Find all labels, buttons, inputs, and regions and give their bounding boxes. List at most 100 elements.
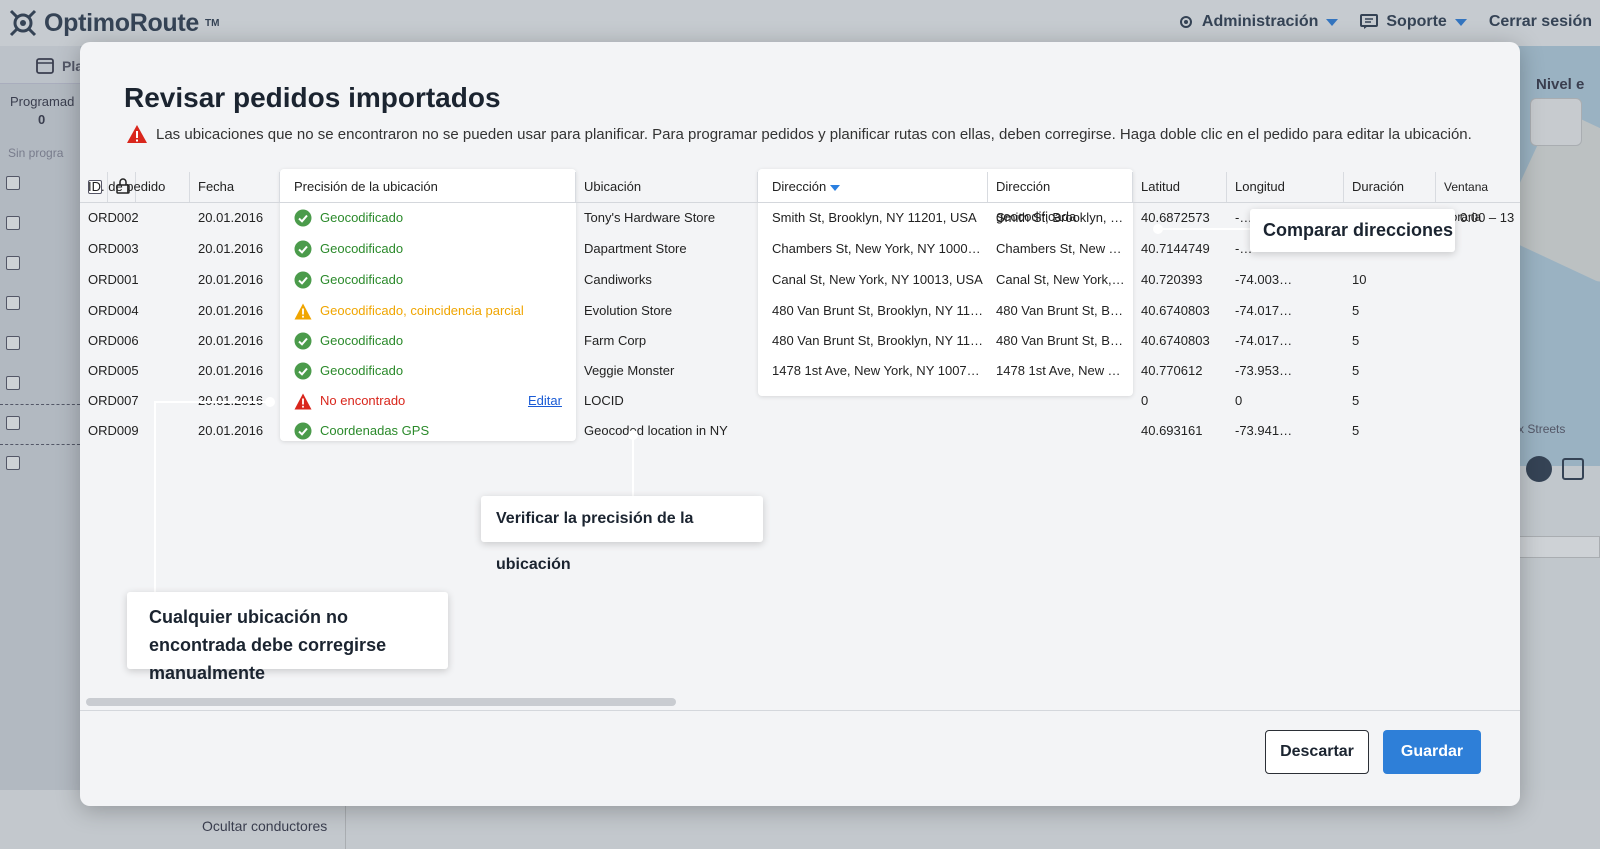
cell-precision: Geocodificado <box>294 265 534 295</box>
callout-connector <box>154 401 270 403</box>
col-precision-label: Precisión de la ubicación <box>294 179 438 194</box>
col-location[interactable]: Ubicación <box>576 172 758 202</box>
cell-duration: 5 <box>1352 363 1360 378</box>
callout-connector <box>1158 228 1254 230</box>
warning-message: Las ubicaciones que no se encontraron no… <box>126 124 1472 144</box>
cell-address: 480 Van Brunt St, Brooklyn, NY 11231, US… <box>772 303 984 318</box>
col-location-label: Ubicación <box>584 179 642 194</box>
col-date[interactable]: Fecha <box>190 172 280 202</box>
edit-location-link[interactable]: Editar <box>528 386 562 416</box>
cell-id: ORD009 <box>88 423 139 438</box>
col-geo-address[interactable]: Dirección geocodificada <box>988 172 1133 224</box>
precision-label: Geocodificado, coincidencia parcial <box>320 303 524 318</box>
cell-geo-address <box>996 386 1126 416</box>
check-circle-icon <box>294 422 312 440</box>
callout-dot <box>265 397 275 407</box>
save-button[interactable]: Guardar <box>1383 730 1481 774</box>
col-id-label: ID. de pedido <box>88 179 166 194</box>
cell-duration: 10 <box>1352 272 1367 287</box>
warning-icon <box>127 125 147 143</box>
col-precision[interactable]: Precisión de la ubicación <box>280 172 576 202</box>
col-date-label: Fecha <box>198 179 235 194</box>
cell-geo-address: 480 Van Brunt St, Brooklyn, NY 11231, US… <box>996 303 1126 318</box>
col-lng[interactable]: Longitud <box>1227 172 1344 202</box>
review-orders-modal: Revisar pedidos importados Las ubicacion… <box>80 42 1520 806</box>
cell-precision: Geocodificado <box>294 203 534 233</box>
cell-window <box>1460 234 1520 264</box>
cell-date: 20.01.2016 <box>198 303 264 318</box>
cell-id: ORD003 <box>88 241 139 256</box>
cell-id: ORD005 <box>88 363 139 378</box>
cell-address: 480 Van Brunt St, Brooklyn, NY 11231, US… <box>772 333 984 348</box>
cell-window <box>1460 386 1520 416</box>
cell-duration: 5 <box>1352 333 1360 348</box>
cell-lat: 40.720393 <box>1141 272 1203 287</box>
cell-precision: Geocodificado <box>294 356 534 386</box>
cell-duration: 5 <box>1352 423 1360 438</box>
precision-label: Geocodificado <box>320 272 404 287</box>
cell-geo-address: 480 Van Brunt St, Brooklyn, NY 11231, US… <box>996 333 1126 348</box>
cell-id: ORD004 <box>88 303 139 318</box>
cell-date: 20.01.2016 <box>198 241 264 256</box>
col-duration-label: Duración <box>1352 179 1405 194</box>
cell-precision: Geocodificado, coincidencia parcial <box>294 296 534 326</box>
cell-location: Geocoded location in NY <box>584 423 728 438</box>
col-address[interactable]: Dirección <box>758 172 988 202</box>
cell-location: Evolution Store <box>584 303 673 318</box>
cell-lng: -73.941915 <box>1235 423 1295 438</box>
cell-date: 20.01.2016 <box>198 423 264 438</box>
cell-lat: 0 <box>1141 393 1149 408</box>
precision-label: Geocodificado <box>320 210 404 225</box>
cell-geo-address <box>996 416 1126 446</box>
callout-compare: Comparar direcciones <box>1250 209 1455 252</box>
cell-address: 1478 1st Ave, New York, NY 10075, USA <box>772 363 984 378</box>
callout-connector <box>154 401 156 592</box>
callout-connector <box>632 435 634 497</box>
callout-dot <box>628 430 638 440</box>
cell-window: 0:00 – 13 <box>1460 210 1515 225</box>
cell-precision: Geocodificado <box>294 326 534 356</box>
horizontal-scrollbar[interactable] <box>86 698 676 706</box>
cell-location: Tony's Hardware Store <box>584 210 716 225</box>
col-window[interactable]: Ventana horaria <box>1436 172 1520 224</box>
check-circle-icon <box>294 240 312 258</box>
precision-label: Geocodificado <box>320 333 404 348</box>
cell-date: 20.01.2016 <box>198 363 264 378</box>
cell-geo-address: Chambers St, New York, NY 10007, USA <box>996 241 1126 256</box>
cell-id: ORD006 <box>88 333 139 348</box>
cell-window <box>1460 416 1520 446</box>
col-lng-label: Longitud <box>1235 179 1285 194</box>
col-duration[interactable]: Duración <box>1344 172 1436 202</box>
cell-location: Candiworks <box>584 272 652 287</box>
cell-location: Farm Corp <box>584 333 647 348</box>
cell-lng: -74.0171543 <box>1235 303 1295 318</box>
cell-lat: 40.693161 <box>1141 423 1203 438</box>
cell-date: 20.01.2016 <box>198 272 264 287</box>
cell-id: ORD002 <box>88 210 139 225</box>
cell-precision: No encontrado <box>294 386 534 416</box>
cell-lat: 40.7144749 <box>1141 241 1210 256</box>
cell-lat: 40.6740803 <box>1141 303 1210 318</box>
cell-geo-address: 1478 1st Ave, New York, NY 10075, USA <box>996 363 1126 378</box>
check-circle-icon <box>294 271 312 289</box>
cell-geo-address: Smith St, Brooklyn, NY 11201, USA <box>996 210 1126 225</box>
cell-lat: 40.770612 <box>1141 363 1203 378</box>
warning-icon <box>294 303 312 319</box>
callout-manual: Cualquier ubicación no encontrada debe c… <box>127 592 448 683</box>
check-circle-icon <box>294 332 312 350</box>
precision-label: Geocodificado <box>320 241 404 256</box>
callout-dot <box>1153 224 1163 234</box>
precision-label: No encontrado <box>320 393 406 408</box>
modal-title: Revisar pedidos importados <box>124 82 501 113</box>
cell-lng: -74.0032666 <box>1235 272 1295 287</box>
col-id[interactable]: ID. de pedido <box>80 172 190 202</box>
cell-location: LOCID <box>584 393 624 408</box>
cell-lng: 0 <box>1235 393 1243 408</box>
check-circle-icon <box>294 362 312 380</box>
cell-precision: Coordenadas GPS <box>294 416 534 446</box>
cell-address <box>772 416 984 446</box>
col-lat[interactable]: Latitud <box>1133 172 1227 202</box>
discard-button[interactable]: Descartar <box>1265 730 1369 774</box>
cell-date: 20.01.2016 <box>198 210 264 225</box>
warning-icon <box>294 393 312 409</box>
